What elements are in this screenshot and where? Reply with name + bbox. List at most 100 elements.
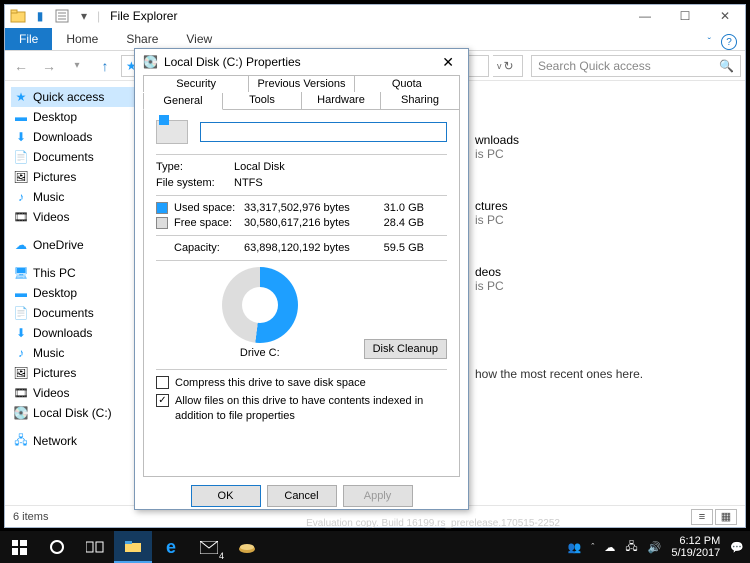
qat-overflow-icon[interactable]: ▾ [75, 7, 93, 25]
tab-home[interactable]: Home [52, 28, 112, 50]
taskbar-app[interactable] [228, 531, 266, 563]
apply-button[interactable]: Apply [343, 485, 413, 507]
pc-icon: 🖥 [13, 265, 29, 281]
maximize-button[interactable]: ☐ [665, 5, 705, 27]
view-large-button[interactable]: ▦ [715, 509, 737, 525]
drive-chart-label: Drive C: [156, 347, 364, 359]
search-placeholder: Search Quick access [538, 59, 651, 73]
volume-tray-icon[interactable]: 🔊 [648, 541, 662, 554]
tree-quick-access[interactable]: ★Quick access [11, 87, 134, 107]
qat-save-icon[interactable]: ▮ [31, 7, 49, 25]
drive-name-input[interactable] [200, 122, 447, 142]
used-bytes: 33,317,502,976 bytes [244, 202, 374, 214]
tab-general[interactable]: General [143, 93, 223, 110]
minimize-button[interactable]: — [625, 5, 665, 27]
tab-strip: Security Previous Versions Quota General… [135, 75, 468, 109]
filesystem-label: File system: [156, 177, 234, 189]
search-input[interactable]: Search Quick access 🔍 [531, 55, 741, 77]
tab-view[interactable]: View [172, 28, 226, 50]
folder-videos[interactable]: deos [475, 265, 504, 279]
free-swatch [156, 217, 168, 229]
tab-tools[interactable]: Tools [223, 92, 302, 109]
folder-downloads[interactable]: wnloads [475, 133, 519, 147]
address-dropdown-icon[interactable]: v [497, 61, 502, 71]
tab-quota[interactable]: Quota [355, 75, 460, 92]
star-icon: ★ [13, 89, 29, 105]
tree-downloads2[interactable]: ⬇Downloads [11, 323, 134, 343]
tab-share[interactable]: Share [112, 28, 172, 50]
tree-videos2[interactable]: 🎞Videos [11, 383, 134, 403]
index-checkbox[interactable]: ✓ [156, 394, 169, 407]
dialog-titlebar: 💽 Local Disk (C:) Properties ✕ [135, 49, 468, 75]
tab-file[interactable]: File [5, 28, 52, 50]
tray-up-icon[interactable]: ˆ [591, 542, 594, 552]
tree-network[interactable]: 🖧Network [11, 431, 134, 451]
tree-videos[interactable]: 🎞Videos [11, 207, 134, 227]
download-icon: ⬇ [13, 129, 29, 145]
pictures-icon: 🖼 [13, 365, 29, 381]
document-icon: 📄 [13, 305, 29, 321]
taskbar-mail[interactable]: 4 [190, 531, 228, 563]
properties-dialog: 💽 Local Disk (C:) Properties ✕ Security … [134, 48, 469, 510]
taskview-button[interactable] [76, 531, 114, 563]
start-button[interactable] [0, 531, 38, 563]
action-center-icon[interactable]: 💬 [730, 541, 744, 554]
pictures-icon: 🖼 [13, 169, 29, 185]
tab-hardware[interactable]: Hardware [302, 92, 381, 109]
compress-label: Compress this drive to save disk space [175, 376, 366, 390]
recent-locations-button[interactable]: ▾ [65, 54, 89, 78]
tree-pictures[interactable]: 🖼Pictures [11, 167, 134, 187]
help-icon[interactable]: ? [721, 34, 737, 50]
clock[interactable]: 6:12 PM 5/19/2017 [671, 535, 720, 559]
capacity-label: Capacity: [174, 242, 244, 254]
taskbar-edge[interactable]: e [152, 531, 190, 563]
disk-cleanup-button[interactable]: Disk Cleanup [364, 339, 447, 359]
tab-previous-versions[interactable]: Previous Versions [249, 75, 354, 92]
tree-localdisk[interactable]: 💽Local Disk (C:) [11, 403, 134, 423]
onedrive-tray-icon[interactable]: ☁ [604, 541, 615, 554]
tree-music[interactable]: ♪Music [11, 187, 134, 207]
music-icon: ♪ [13, 189, 29, 205]
folder-icon [9, 7, 27, 25]
tree-pictures2[interactable]: 🖼Pictures [11, 363, 134, 383]
tree-desktop[interactable]: ▬Desktop [11, 107, 134, 127]
cancel-button[interactable]: Cancel [267, 485, 337, 507]
cortana-button[interactable] [38, 531, 76, 563]
tree-documents2[interactable]: 📄Documents [11, 303, 134, 323]
close-button[interactable]: ✕ [705, 5, 745, 27]
cloud-icon: ☁ [13, 237, 29, 253]
view-details-button[interactable]: ≡ [691, 509, 713, 525]
tree-onedrive[interactable]: ☁OneDrive [11, 235, 134, 255]
tree-documents[interactable]: 📄Documents [11, 147, 134, 167]
tree-thispc[interactable]: 🖥This PC [11, 263, 134, 283]
taskbar-explorer[interactable] [114, 531, 152, 563]
index-label: Allow files on this drive to have conten… [175, 394, 447, 423]
compress-checkbox[interactable] [156, 376, 169, 389]
qat-properties-icon[interactable] [53, 7, 71, 25]
drive-icon: 💽 [143, 55, 158, 69]
up-button[interactable]: ↑ [93, 54, 117, 78]
item-count: 6 items [13, 511, 48, 523]
general-panel: Type:Local Disk File system:NTFS Used sp… [143, 109, 460, 477]
people-icon[interactable]: 👥 [568, 541, 582, 554]
refresh-icon[interactable]: ↻ [504, 59, 514, 73]
tree-music2[interactable]: ♪Music [11, 343, 134, 363]
ok-button[interactable]: OK [191, 485, 261, 507]
used-label: Used space: [174, 202, 244, 214]
tab-security[interactable]: Security [143, 75, 249, 92]
free-gb: 28.4 GB [374, 217, 424, 229]
videos-icon: 🎞 [13, 209, 29, 225]
forward-button[interactable]: → [37, 54, 61, 78]
taskbar: e 4 👥 ˆ ☁ 🖧 🔊 6:12 PM 5/19/2017 💬 [0, 531, 750, 563]
type-label: Type: [156, 161, 234, 173]
dialog-close-button[interactable]: ✕ [436, 54, 460, 71]
network-tray-icon[interactable]: 🖧 [625, 538, 637, 557]
tree-desktop2[interactable]: ▬Desktop [11, 283, 134, 303]
folder-pictures[interactable]: ctures [475, 199, 508, 213]
tree-downloads[interactable]: ⬇Downloads [11, 127, 134, 147]
back-button[interactable]: ← [9, 54, 33, 78]
folder-sub: is PC [475, 147, 519, 161]
ribbon-collapse-icon[interactable]: ˇ [708, 37, 711, 48]
tab-sharing[interactable]: Sharing [381, 92, 460, 109]
type-value: Local Disk [234, 161, 285, 173]
